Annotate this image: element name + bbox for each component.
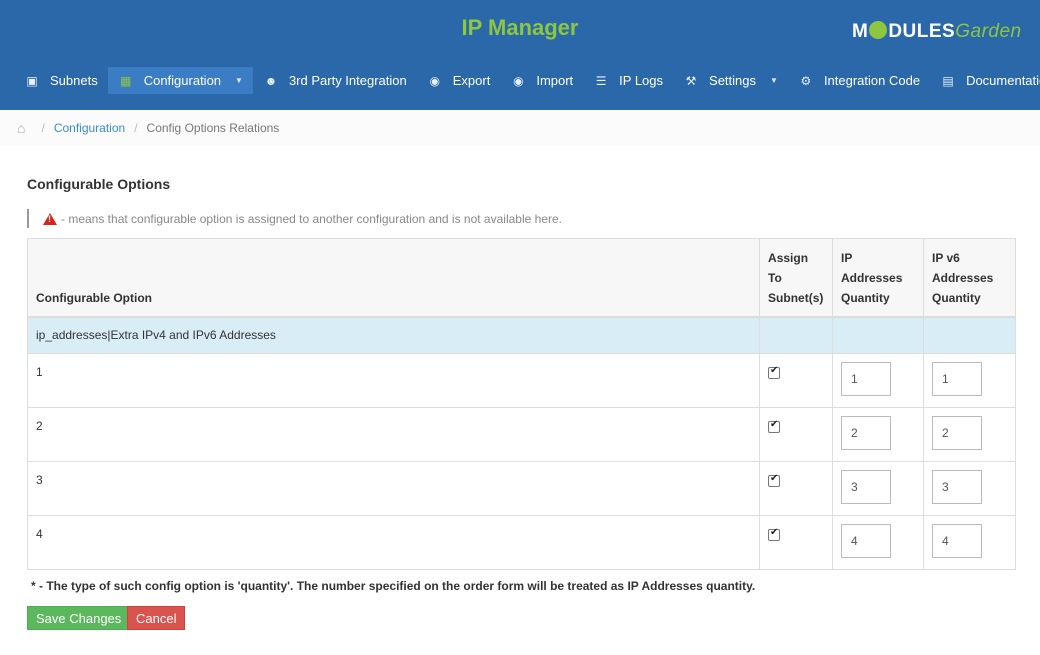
chevron-down-icon: ▼	[235, 76, 243, 85]
option-label: 4	[26, 515, 761, 570]
wrench-icon: ⚒	[685, 73, 697, 88]
footnote: * - The type of such config option is 'q…	[31, 579, 756, 593]
nav-settings[interactable]: ⚒ Settings ▼	[673, 67, 788, 94]
group-label: ip_addresses|Extra IPv4 and IPv6 Address…	[26, 315, 761, 354]
import-icon: ◉	[513, 73, 524, 88]
table-row: 2	[26, 407, 1017, 462]
assign-checkbox[interactable]	[768, 365, 781, 379]
nav-3rd-party-integration[interactable]: ☻ 3rd Party Integration	[253, 67, 417, 94]
breadcrumb-configuration-link[interactable]: Configuration	[54, 121, 125, 135]
assign-checkbox[interactable]	[768, 419, 781, 433]
main-nav: ▣ Subnets ▦ Configuration ▼ ☻ 3rd Party Inte…	[14, 67, 1040, 94]
assign-checkbox[interactable]	[768, 527, 781, 541]
nav-integration-code[interactable]: ⚙ Integration Code	[788, 67, 930, 94]
home-icon[interactable]: ⌂	[17, 120, 25, 136]
nav-export[interactable]: ◉ Export	[417, 67, 501, 94]
save-changes-button[interactable]: Save Changes	[27, 606, 131, 630]
header-ipv6-addresses-quantity: IP v6 Addresses Quantity	[922, 238, 1017, 317]
ipv6-quantity-input[interactable]	[931, 524, 982, 558]
warning-icon	[43, 212, 57, 225]
export-icon: ◉	[429, 73, 440, 88]
option-label: 3	[26, 461, 761, 516]
briefcase-icon: ▣	[26, 73, 38, 88]
table-row: 4	[26, 515, 1017, 570]
users-icon: ☻	[264, 73, 278, 88]
option-label: 2	[26, 407, 761, 462]
nav-configuration[interactable]: ▦ Configuration ▼	[107, 67, 253, 94]
assign-checkbox[interactable]	[768, 473, 781, 487]
cancel-button[interactable]: Cancel	[127, 606, 186, 630]
group-row: ip_addresses|Extra IPv4 and IPv6 Address…	[26, 315, 1017, 354]
modulesgarden-logo[interactable]: M DULESGarden	[852, 21, 1022, 43]
book-icon: ▤	[942, 73, 954, 88]
gears-icon: ⚙	[800, 73, 812, 88]
ip-quantity-input[interactable]	[841, 524, 892, 558]
table-row: 3	[26, 461, 1017, 516]
list-icon: ☰	[595, 73, 607, 88]
ip-quantity-input[interactable]	[841, 470, 892, 504]
ipv6-quantity-input[interactable]	[931, 416, 982, 450]
ipv6-quantity-input[interactable]	[931, 470, 982, 504]
header-assign-to-subnets: Assign To Subnet(s)	[759, 238, 834, 317]
grid-icon: ▦	[120, 73, 132, 88]
chevron-down-icon: ▼	[770, 76, 778, 85]
nav-ip-logs[interactable]: ☰ IP Logs	[583, 67, 673, 94]
option-label: 1	[26, 353, 761, 408]
header-ip-addresses-quantity: IP Addresses Quantity	[832, 238, 924, 317]
config-options-table: Configurable Option Assign To Subnet(s) …	[26, 238, 1017, 570]
header: IP Manager M DULESGarden ▣ Subnets ▦ Config…	[0, 0, 1040, 110]
nav-documentation[interactable]: ▤Documentation	[930, 67, 1040, 94]
breadcrumb-current: Config Options Relations	[146, 121, 280, 135]
ip-quantity-input[interactable]	[841, 362, 892, 396]
nav-import[interactable]: ◉ Import	[500, 67, 583, 94]
ipv6-quantity-input[interactable]	[931, 362, 982, 396]
info-note: - means that configurable option is assi…	[27, 209, 562, 228]
ip-quantity-input[interactable]	[841, 416, 892, 450]
nav-subnets[interactable]: ▣ Subnets	[14, 67, 108, 94]
table-row: 1	[26, 353, 1017, 408]
header-configurable-option: Configurable Option	[26, 238, 761, 317]
breadcrumb: ⌂ / Configuration / Config Options Relat…	[0, 110, 1040, 146]
page-title: Configurable Options	[27, 176, 171, 192]
